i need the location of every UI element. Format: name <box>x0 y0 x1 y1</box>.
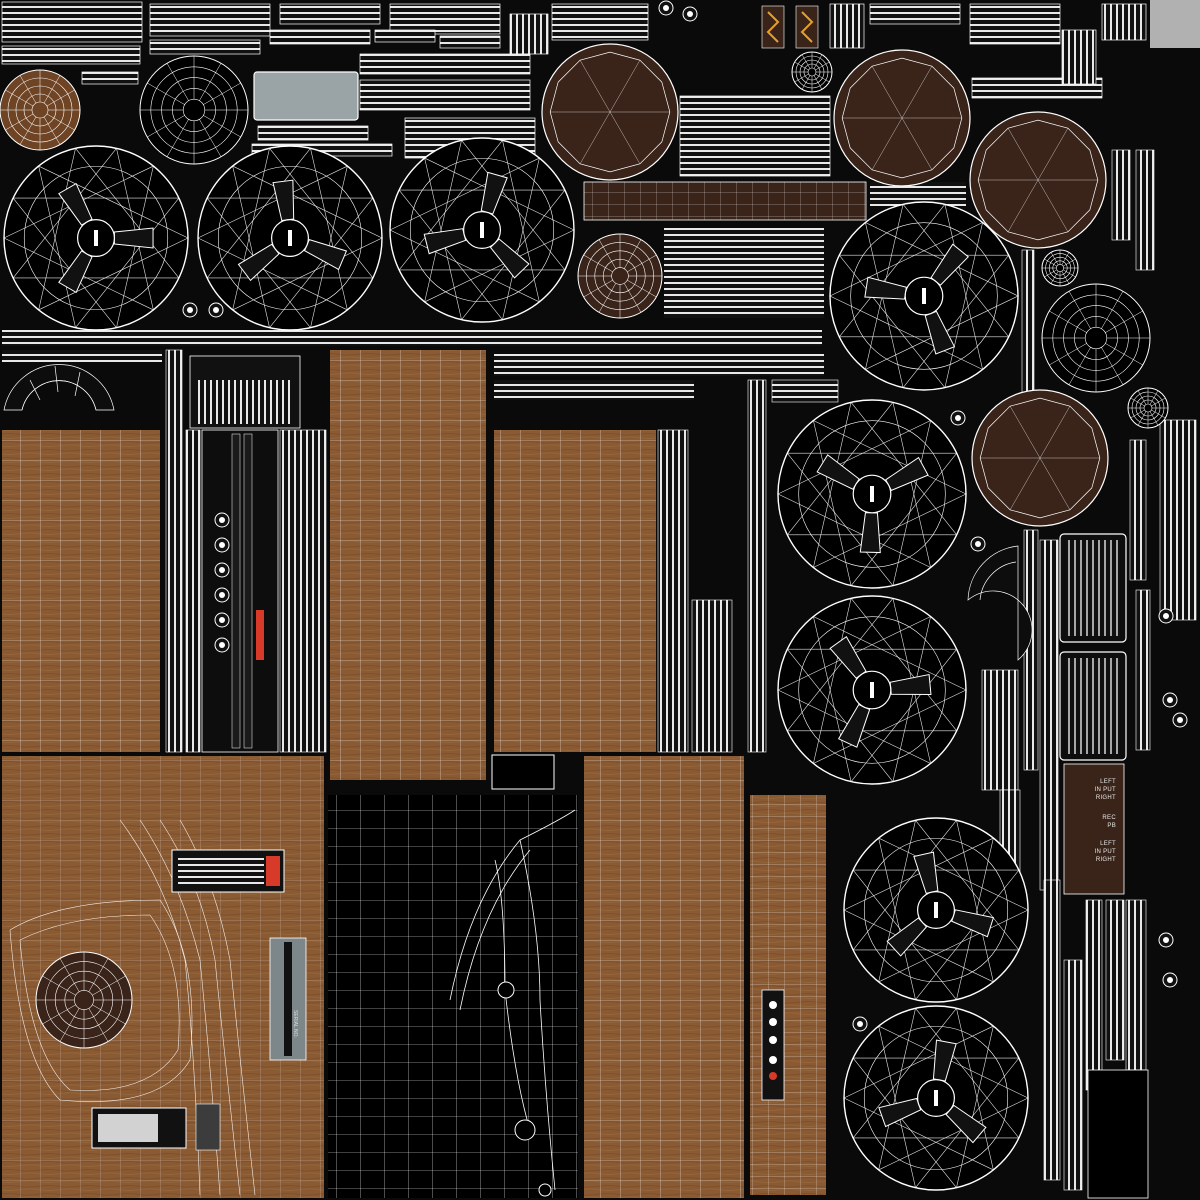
input-right-label-2: RIGHT <box>1095 857 1116 863</box>
speaker-grille-icon <box>1041 283 1151 393</box>
wood-panel-mid <box>494 430 656 752</box>
knob-icon <box>214 587 230 603</box>
knob-icon <box>214 512 230 528</box>
bottom-right-box <box>1087 1069 1149 1199</box>
speaker-grille-icon <box>1127 387 1169 429</box>
speaker-grille-icon <box>139 55 249 165</box>
vu-meter-1 <box>1059 533 1127 643</box>
knob-icon <box>950 410 966 426</box>
wood-panel-bottom-mid <box>584 756 744 1198</box>
knob-icon <box>970 536 986 552</box>
tape-reel-icon <box>777 399 967 589</box>
speaker-grille-icon <box>35 951 133 1049</box>
tape-reel-icon <box>3 145 189 331</box>
nameplate-2 <box>91 1103 221 1151</box>
rec-pb-label-block: REC PB <box>1086 814 1116 830</box>
knob-icon <box>214 612 230 628</box>
tape-reel-icon <box>389 137 575 323</box>
tape-reel-icon <box>843 1005 1029 1191</box>
knob-icon <box>1172 712 1188 728</box>
knob-icon <box>1158 608 1174 624</box>
reel-hub-dome <box>969 111 1107 249</box>
grille-dome <box>189 355 301 429</box>
speaker-grille-icon <box>791 51 833 93</box>
vu-meter-2 <box>1059 651 1127 761</box>
serial-number-label: SERIAL NO. <box>292 1010 298 1038</box>
wood-panel-center-tall <box>330 350 486 780</box>
knob-icon <box>214 562 230 578</box>
knob-icon <box>208 302 224 318</box>
wood-panel-left-top <box>2 430 160 752</box>
nameplate-1 <box>171 849 285 893</box>
metal-plate <box>253 71 359 121</box>
knob-icon <box>214 537 230 553</box>
button-column-panel <box>201 429 279 753</box>
speaker-grille-icon <box>577 233 663 319</box>
reel-hub-dome <box>833 49 971 187</box>
reel-hub-dome <box>971 389 1109 527</box>
input-label-block-bottom: LEFT IN PUT RIGHT <box>1076 840 1116 864</box>
knob-icon <box>1158 932 1174 948</box>
knob-icon <box>682 6 698 22</box>
tape-reel-icon <box>829 201 1019 391</box>
input-left-label-2: LEFT <box>1100 841 1116 847</box>
pb-label: PB <box>1107 823 1116 829</box>
uv-texture-canvas <box>0 0 1200 1200</box>
input-right-label: RIGHT <box>1095 795 1116 801</box>
input-label-block-top: LEFT IN PUT RIGHT <box>1076 778 1116 802</box>
tape-reel-icon <box>197 145 383 331</box>
wood-strip-bottom <box>750 795 826 1195</box>
transport-strip <box>761 989 785 1101</box>
black-wire-panel <box>328 754 578 1198</box>
knob-icon <box>214 637 230 653</box>
top-right-glare <box>1150 0 1200 48</box>
knob-icon <box>852 1016 868 1032</box>
rec-label: REC <box>1102 815 1116 821</box>
knob-icon <box>1162 692 1178 708</box>
knob-icon <box>658 0 674 16</box>
knob-icon <box>182 302 198 318</box>
tape-reel-icon <box>843 817 1029 1003</box>
serial-plate <box>269 937 307 1061</box>
knob-icon <box>1162 972 1178 988</box>
input-left-label: LEFT <box>1100 779 1116 785</box>
speaker-grille-icon <box>0 69 81 151</box>
tape-reel-icon <box>777 595 967 785</box>
reel-hub-dome <box>541 43 679 181</box>
speaker-grille-icon <box>1041 249 1079 287</box>
input-label: IN PUT <box>1094 787 1116 793</box>
input-label-2: IN PUT <box>1094 849 1116 855</box>
